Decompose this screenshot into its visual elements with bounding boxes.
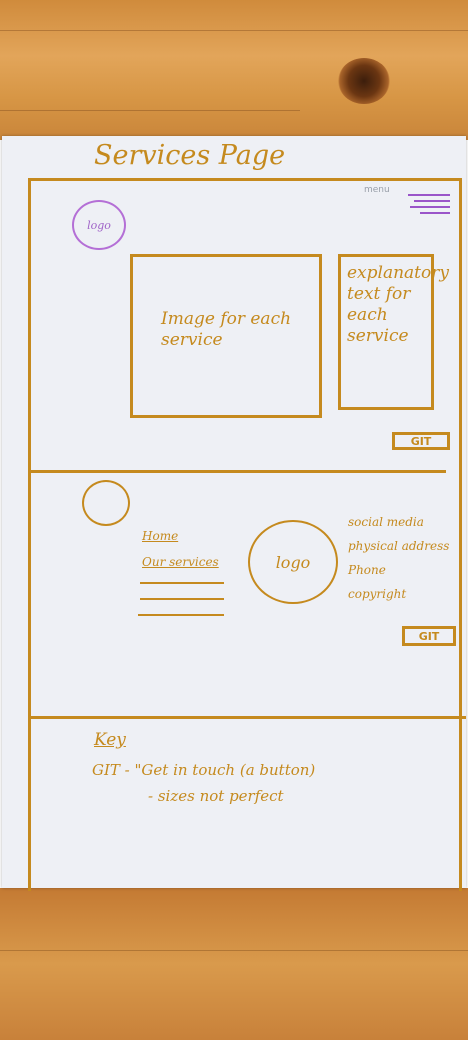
footer-info-social: social media [348, 515, 424, 529]
wood-grain [0, 950, 468, 951]
get-in-touch-button[interactable]: GIT [392, 432, 450, 450]
wood-table-top [0, 0, 468, 140]
wood-grain [0, 30, 468, 31]
wood-knot [338, 58, 390, 104]
key-divider [28, 716, 466, 719]
footer-info-list: social media physical address Phone copy… [348, 510, 449, 606]
footer-circle [82, 480, 130, 526]
footer-logo: logo [248, 520, 338, 604]
footer-nav-services[interactable]: Our services [142, 552, 219, 573]
service-explanatory-text: explanatory text for each service [347, 263, 449, 346]
footer-logo-label: logo [275, 552, 311, 572]
key-entry-git: GIT - "Get in touch (a button) [92, 761, 316, 779]
menu-label: menu [364, 185, 390, 195]
key-entry-sizes: - sizes not perfect [148, 787, 284, 805]
footer-info-copyright: copyright [348, 587, 407, 601]
footer-nav-home[interactable]: Home [142, 526, 178, 547]
service-image-placeholder: Image for each service [161, 309, 292, 350]
page-title: Services Page [94, 140, 286, 171]
wood-grain [0, 110, 300, 111]
header-logo-label: logo [87, 218, 111, 232]
service-text-box: explanatory text for each service [338, 254, 449, 410]
footer-get-in-touch-button[interactable]: GIT [402, 626, 456, 646]
service-image-box: Image for each service [130, 254, 322, 418]
section-divider [28, 470, 446, 473]
header-logo: logo [72, 200, 126, 250]
sketch-paper: Services Page logo menu Image for each s… [2, 136, 466, 891]
key-heading: Key [94, 730, 126, 750]
footer-info-phone: Phone [348, 563, 386, 577]
wood-table-bottom [0, 888, 468, 1040]
footer-info-address: physical address [348, 539, 450, 553]
